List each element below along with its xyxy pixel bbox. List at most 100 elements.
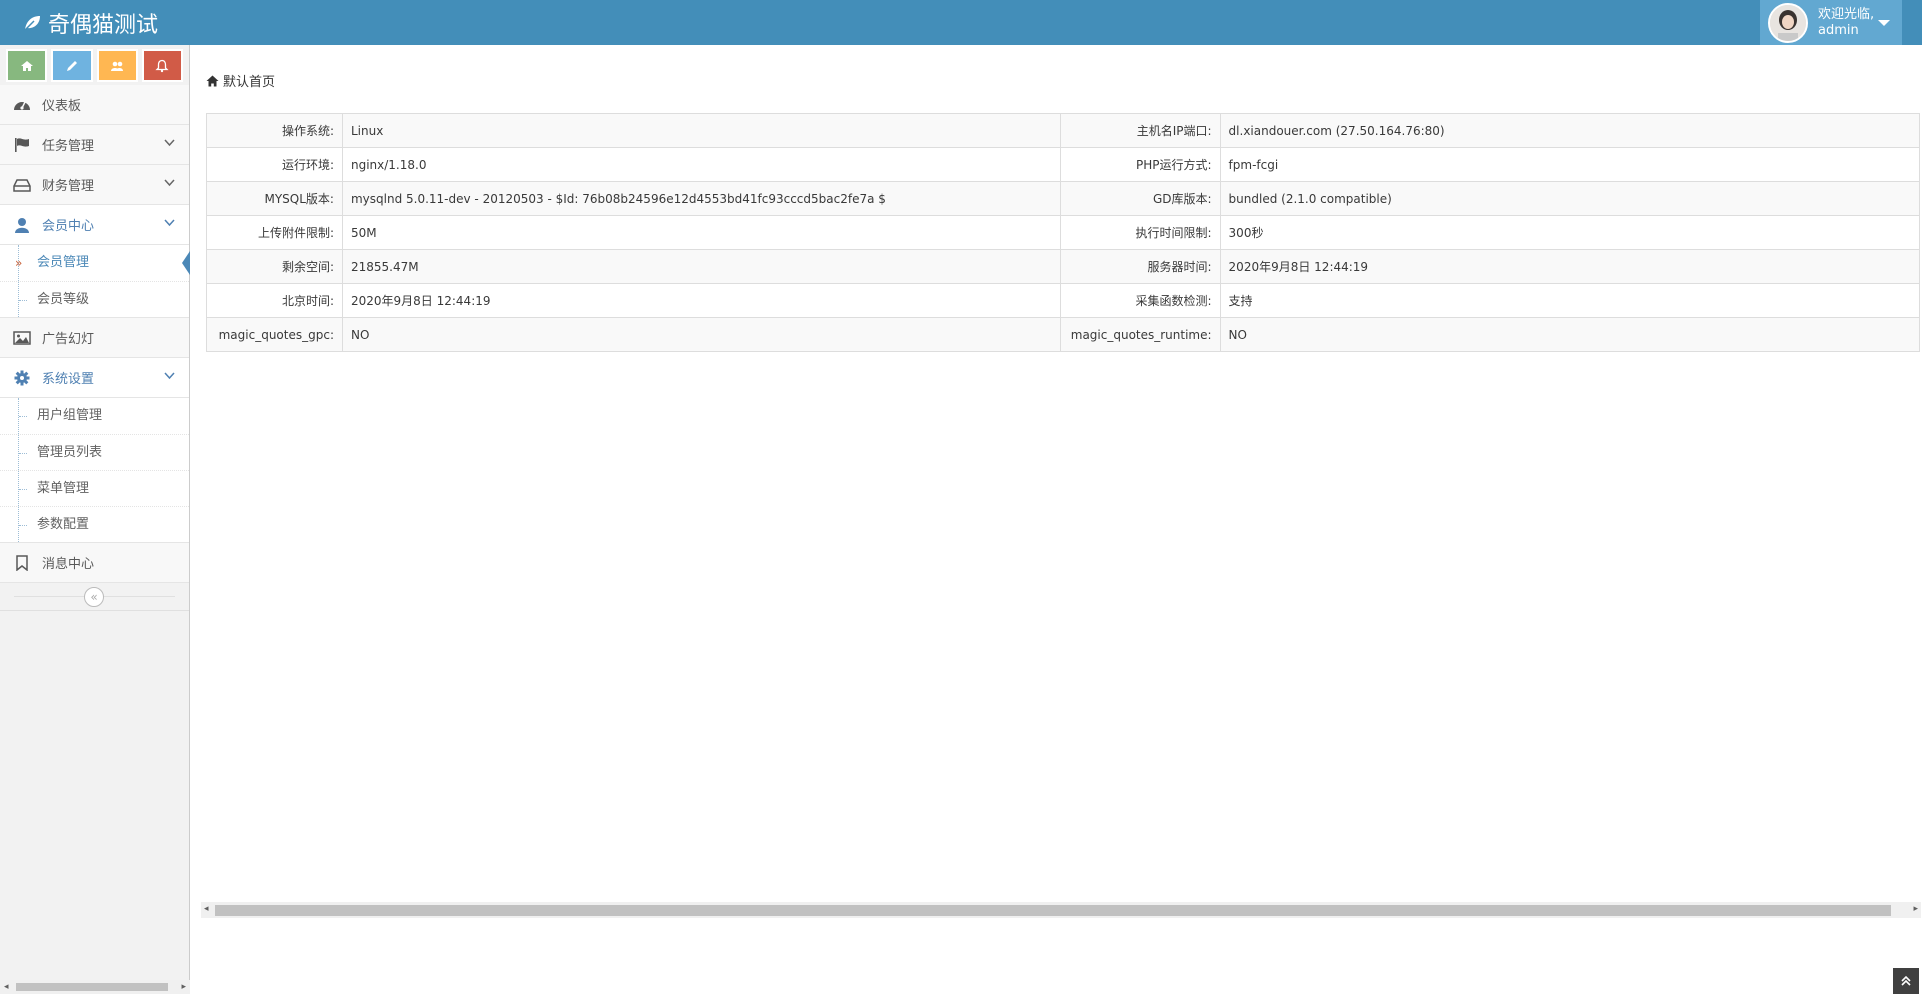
info-label: 操作系统: bbox=[206, 113, 343, 148]
info-label: 采集函数检测: bbox=[1059, 283, 1221, 318]
submenu-label: 用户组管理 bbox=[37, 408, 103, 423]
info-value: NO bbox=[341, 317, 1061, 352]
shortcut-buttons bbox=[0, 45, 189, 85]
user-icon bbox=[15, 217, 29, 233]
bookmark-icon bbox=[16, 554, 28, 571]
sidebar-label-tasks: 任务管理 bbox=[42, 139, 95, 154]
info-value: 21855.47M bbox=[341, 249, 1061, 284]
info-value: 2020年9月8日 12:44:19 bbox=[341, 283, 1061, 318]
sidebar-item-member-management[interactable]: » 会员管理 bbox=[0, 245, 190, 281]
info-label: 上传附件限制: bbox=[206, 215, 343, 250]
sidebar-label-members: 会员中心 bbox=[42, 219, 95, 234]
info-label: 运行环境: bbox=[206, 147, 343, 182]
sidebar-label-dashboard: 仪表板 bbox=[42, 99, 82, 114]
sidebar-item-user-groups[interactable]: 用户组管理 bbox=[0, 398, 189, 434]
table-row: 上传附件限制: 50M 执行时间限制: 300秒 bbox=[206, 215, 1921, 250]
sidebar-item-tasks[interactable]: 任务管理 bbox=[0, 125, 189, 165]
info-value: 支持 bbox=[1219, 283, 1921, 318]
info-value: Linux bbox=[341, 113, 1061, 148]
pencil-icon bbox=[66, 60, 77, 71]
info-value: bundled (2.1.0 compatible) bbox=[1219, 181, 1921, 216]
submenu-label: 菜单管理 bbox=[37, 481, 90, 496]
breadcrumb-label[interactable]: 默认首页 bbox=[223, 71, 275, 90]
welcome-text: 欢迎光临, bbox=[1818, 6, 1875, 22]
main-content: 默认首页 操作系统: Linux 主机名IP端口: dl.xiandouer.c… bbox=[191, 45, 1922, 994]
back-to-top-button[interactable] bbox=[1893, 968, 1919, 994]
home-shortcut-button[interactable] bbox=[6, 49, 48, 82]
top-navbar: 奇偶猫测试 欢迎光临, admin bbox=[0, 0, 1922, 45]
info-value: 2020年9月8日 12:44:19 bbox=[1219, 249, 1921, 284]
users-shortcut-button[interactable] bbox=[96, 49, 138, 82]
scroll-thumb[interactable] bbox=[16, 983, 168, 991]
leaf-icon bbox=[23, 15, 40, 32]
info-value: 300秒 bbox=[1219, 215, 1921, 250]
flag-icon bbox=[15, 137, 29, 152]
gear-icon bbox=[14, 370, 30, 385]
active-indicator bbox=[182, 251, 190, 275]
sidebar-item-finance[interactable]: 财务管理 bbox=[0, 165, 189, 205]
sidebar-label-messages: 消息中心 bbox=[42, 557, 95, 572]
double-angle-left-icon[interactable]: « bbox=[84, 587, 104, 607]
breadcrumb: 默认首页 bbox=[206, 71, 275, 90]
info-value: 50M bbox=[341, 215, 1061, 250]
table-row: MYSQL版本: mysqlnd 5.0.11-dev - 20120503 -… bbox=[206, 181, 1921, 216]
sidebar-item-messages[interactable]: 消息中心 bbox=[0, 543, 189, 583]
scroll-thumb[interactable] bbox=[215, 905, 1891, 916]
table-row: 剩余空间: 21855.47M 服务器时间: 2020年9月8日 12:44:1… bbox=[206, 249, 1921, 284]
sidebar: 仪表板 任务管理 财务管理 会员中心 » 会员管理 会员等级 广告幻灯 系统设置 bbox=[0, 45, 190, 994]
user-menu[interactable]: 欢迎光临, admin bbox=[1760, 0, 1902, 45]
sidebar-label-system: 系统设置 bbox=[42, 372, 95, 387]
sidebar-item-menu-management[interactable]: 菜单管理 bbox=[0, 470, 189, 506]
scroll-left-icon[interactable]: ◂ bbox=[4, 982, 9, 992]
info-value: nginx/1.18.0 bbox=[341, 147, 1061, 182]
home-icon bbox=[206, 75, 219, 86]
submenu-label: 管理员列表 bbox=[37, 445, 103, 460]
caret-down-icon bbox=[1878, 20, 1890, 26]
bell-shortcut-button[interactable] bbox=[141, 49, 183, 82]
chevron-down-icon bbox=[164, 219, 175, 227]
scroll-right-icon[interactable]: ▸ bbox=[1913, 904, 1918, 914]
info-label: GD库版本: bbox=[1059, 181, 1221, 216]
users-icon bbox=[111, 61, 124, 71]
brand[interactable]: 奇偶猫测试 bbox=[22, 0, 158, 45]
submenu-label: 参数配置 bbox=[37, 517, 90, 532]
info-label: 北京时间: bbox=[206, 283, 343, 318]
info-label: 服务器时间: bbox=[1059, 249, 1221, 284]
info-label: 执行时间限制: bbox=[1059, 215, 1221, 250]
sidebar-item-member-levels[interactable]: 会员等级 bbox=[0, 281, 189, 317]
edit-shortcut-button[interactable] bbox=[51, 49, 93, 82]
scroll-left-icon[interactable]: ◂ bbox=[204, 904, 209, 914]
info-label: 剩余空间: bbox=[206, 249, 343, 284]
sidebar-item-system[interactable]: 系统设置 bbox=[0, 358, 189, 398]
sidebar-item-members[interactable]: 会员中心 bbox=[0, 205, 189, 245]
bell-icon bbox=[155, 59, 169, 72]
sidebar-label-ads: 广告幻灯 bbox=[42, 332, 95, 347]
info-label: MYSQL版本: bbox=[206, 181, 343, 216]
picture-icon bbox=[13, 330, 31, 345]
info-value: mysqlnd 5.0.11-dev - 20120503 - $Id: 76b… bbox=[341, 181, 1061, 216]
system-submenu: 用户组管理 管理员列表 菜单管理 参数配置 bbox=[0, 398, 189, 543]
members-submenu: » 会员管理 会员等级 bbox=[0, 245, 190, 318]
horizontal-scrollbar[interactable]: ◂ ▸ bbox=[201, 902, 1921, 918]
info-value: NO bbox=[1219, 317, 1921, 352]
sidebar-item-admin-list[interactable]: 管理员列表 bbox=[0, 434, 189, 470]
scroll-right-icon[interactable]: ▸ bbox=[181, 982, 186, 992]
sidebar-item-dashboard[interactable]: 仪表板 bbox=[0, 85, 189, 125]
chevron-down-icon bbox=[164, 372, 175, 380]
brand-title: 奇偶猫测试 bbox=[48, 12, 159, 38]
user-info: 欢迎光临, admin bbox=[1818, 7, 1874, 39]
home-icon bbox=[20, 60, 33, 71]
sidebar-scrollbar[interactable]: ◂ ▸ bbox=[0, 980, 190, 994]
tachometer-icon bbox=[14, 101, 30, 110]
table-row: 北京时间: 2020年9月8日 12:44:19 采集函数检测: 支持 bbox=[206, 283, 1921, 318]
avatar bbox=[1768, 2, 1808, 43]
user-name: admin bbox=[1818, 22, 1859, 38]
double-angle-right-icon: » bbox=[15, 256, 23, 270]
sidebar-item-parameters[interactable]: 参数配置 bbox=[0, 506, 189, 542]
table-row: 运行环境: nginx/1.18.0 PHP运行方式: fpm-fcgi bbox=[206, 147, 1921, 182]
sidebar-item-ads[interactable]: 广告幻灯 bbox=[0, 318, 189, 358]
info-value: dl.xiandouer.com (27.50.164.76:80) bbox=[1219, 113, 1921, 148]
hdd-icon bbox=[13, 178, 31, 192]
table-row: 操作系统: Linux 主机名IP端口: dl.xiandouer.com (2… bbox=[206, 113, 1921, 148]
info-label: 主机名IP端口: bbox=[1059, 113, 1221, 148]
